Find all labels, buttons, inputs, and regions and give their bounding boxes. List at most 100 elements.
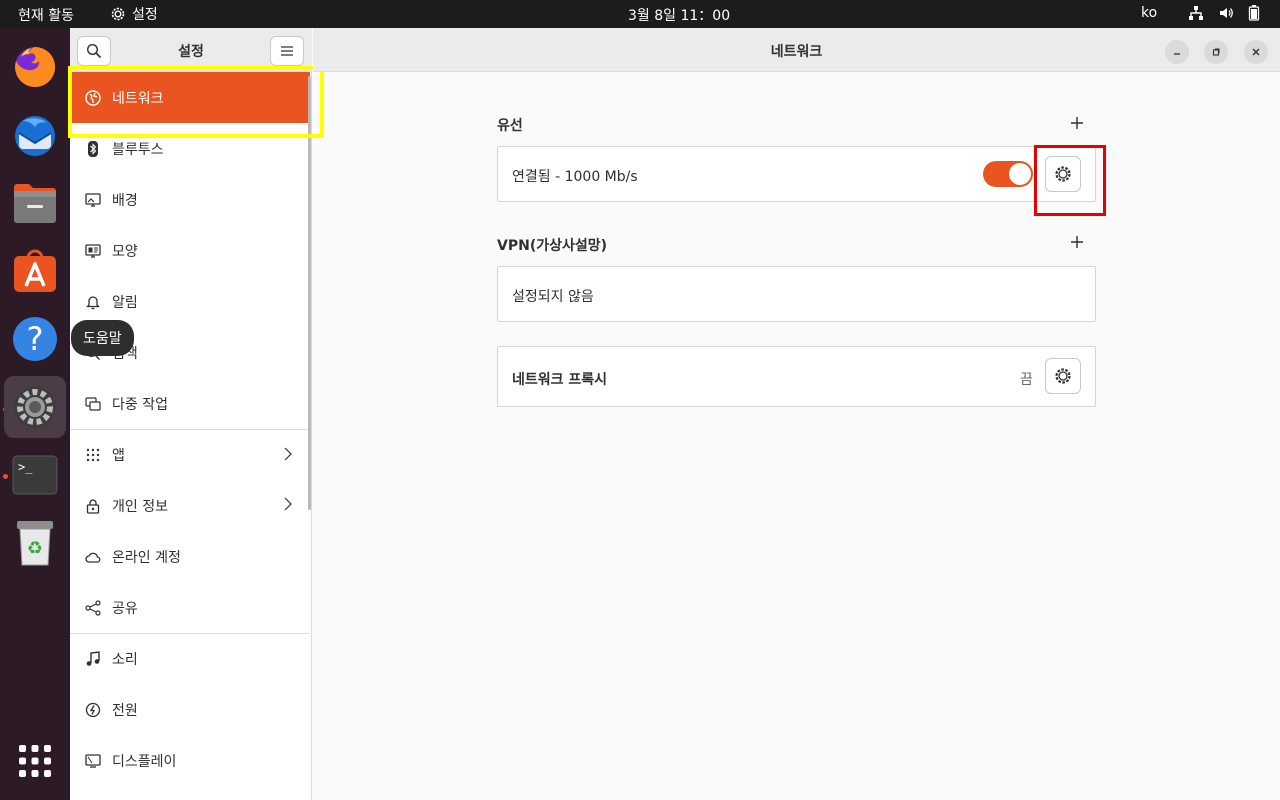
dock-trash[interactable]: ♻ <box>4 512 66 574</box>
main-menu-button[interactable] <box>270 36 304 66</box>
top-bar: 현재 활동 설정 3월 8일 11：00 ko <box>0 0 1280 28</box>
sidebar-item-sharing[interactable]: 공유 <box>70 582 310 633</box>
bell-icon <box>84 293 102 311</box>
settings-icon <box>14 386 56 428</box>
app-menu[interactable]: 설정 <box>110 4 158 24</box>
sidebar-item-privacy[interactable]: 개인 정보 <box>70 480 310 531</box>
restore-icon <box>1212 48 1220 56</box>
app-center-icon <box>14 249 56 292</box>
vpn-row: 설정되지 않음 <box>497 266 1096 322</box>
system-tray[interactable] <box>1188 5 1260 21</box>
dock-app-center[interactable] <box>4 240 66 302</box>
minimize-icon <box>1174 53 1180 55</box>
terminal-icon: >_ <box>12 455 58 495</box>
dock-help[interactable]: ? <box>4 308 66 370</box>
files-icon <box>14 184 56 223</box>
wired-connection-row: 연결됨 - 1000 Mb/s <box>497 146 1096 202</box>
display-icon <box>84 752 102 770</box>
bluetooth-icon <box>84 140 102 158</box>
thunderbird-icon <box>15 116 55 156</box>
sidebar-item-label: 블루투스 <box>112 141 164 158</box>
sidebar-item-background[interactable]: 배경 <box>70 174 310 225</box>
close-button[interactable] <box>1244 40 1268 64</box>
proxy-row[interactable]: 네트워크 프록시 끔 <box>497 346 1096 407</box>
maximize-button[interactable] <box>1204 40 1228 64</box>
sidebar-item-appearance[interactable]: 모양 <box>70 225 310 276</box>
gear-icon <box>111 7 125 21</box>
chevron-right-icon <box>284 447 292 461</box>
close-icon <box>1252 48 1260 56</box>
app-menu-label: 설정 <box>132 7 158 23</box>
sidebar-item-label: 소리 <box>112 652 138 668</box>
sidebar-item-apps[interactable]: 앱 <box>70 429 310 480</box>
sidebar-scrollbar[interactable] <box>308 76 311 510</box>
apps-icon <box>84 446 102 464</box>
dock-thunderbird[interactable] <box>4 104 66 166</box>
sidebar-item-bluetooth[interactable]: 블루투스 <box>70 123 310 174</box>
sidebar: 설정 네트워크 블루투스 배경 모양 알림 다중 작업 앱 개인 정보 온라인 … <box>68 28 324 800</box>
battery-icon <box>1248 5 1260 21</box>
clock[interactable]: 3월 8일 11：00 <box>628 5 730 25</box>
show-apps-icon <box>19 745 51 777</box>
dock: ? >_ ♻ <box>0 28 70 800</box>
svg-text:♻: ♻ <box>27 538 43 559</box>
vpn-status: 설정되지 않음 <box>512 289 594 305</box>
add-vpn-button[interactable] <box>1070 235 1084 249</box>
network-wired-icon <box>1189 6 1203 20</box>
music-note-icon <box>84 650 102 668</box>
sidebar-item-label: 앱 <box>112 448 125 464</box>
proxy-label: 네트워크 프록시 <box>512 372 608 388</box>
sidebar-item-label: 온라인 계정 <box>112 549 181 566</box>
svg-text:?: ? <box>27 320 44 358</box>
sidebar-item-display[interactable]: 디스플레이 <box>70 735 310 786</box>
dock-terminal[interactable]: >_ <box>4 444 66 506</box>
lock-icon <box>84 497 102 515</box>
share-icon <box>84 599 102 617</box>
network-icon <box>84 89 102 107</box>
dock-firefox[interactable] <box>4 36 66 98</box>
sidebar-item-label: 네트워크 <box>112 90 164 107</box>
chevron-right-icon <box>284 497 292 511</box>
sidebar-item-network[interactable]: 네트워크 <box>70 72 310 123</box>
proxy-settings-button[interactable] <box>1045 358 1081 394</box>
proxy-status: 끔 <box>1020 372 1033 388</box>
multitasking-icon <box>84 395 102 413</box>
dock-files[interactable] <box>4 172 66 234</box>
sidebar-item-label: 다중 작업 <box>112 396 168 413</box>
sidebar-item-online-accounts[interactable]: 온라인 계정 <box>70 531 310 582</box>
hamburger-menu-icon <box>281 46 293 56</box>
help-icon: ? <box>13 317 57 361</box>
dock-settings[interactable] <box>4 376 66 438</box>
sidebar-item-sound[interactable]: 소리 <box>70 633 310 684</box>
sidebar-item-label: 모양 <box>112 243 138 260</box>
network-panel: 네트워크 유선 연결됨 - 1000 Mb/s VPN(가상사설망) 설정되지 … <box>313 28 1280 800</box>
sidebar-item-power[interactable]: 전원 <box>70 684 310 735</box>
input-language-indicator[interactable]: ko <box>1141 5 1157 21</box>
sidebar-item-label: 배경 <box>112 192 138 209</box>
gear-icon <box>1055 368 1071 384</box>
main-header: 네트워크 <box>313 28 1280 72</box>
appearance-icon <box>84 242 102 260</box>
minimize-button[interactable] <box>1165 40 1189 64</box>
wired-status: 연결됨 - 1000 Mb/s <box>512 169 638 185</box>
dock-show-apps[interactable] <box>4 730 66 792</box>
activities-button[interactable]: 현재 활동 <box>18 5 74 25</box>
gear-icon <box>1055 166 1071 182</box>
wired-settings-button[interactable] <box>1045 156 1081 192</box>
sidebar-item-multitasking[interactable]: 다중 작업 <box>70 378 310 429</box>
add-wired-button[interactable] <box>1070 116 1084 130</box>
trash-icon: ♻ <box>17 521 53 566</box>
volume-icon <box>1220 8 1233 18</box>
page-title: 네트워크 <box>770 44 823 60</box>
svg-text:>_: >_ <box>18 460 33 474</box>
sidebar-nav: 네트워크 블루투스 배경 모양 알림 검색 <box>70 72 310 786</box>
sidebar-item-label: 알림 <box>112 294 138 311</box>
sidebar-header: 설정 <box>70 28 312 72</box>
sidebar-item-label: 공유 <box>112 600 138 617</box>
vpn-section-title: VPN(가상사설망) <box>497 238 608 254</box>
sidebar-item-label: 전원 <box>112 702 138 719</box>
wired-section-title: 유선 <box>497 118 523 134</box>
firefox-icon <box>15 46 56 87</box>
wired-toggle[interactable] <box>983 161 1033 187</box>
background-icon <box>84 191 102 209</box>
